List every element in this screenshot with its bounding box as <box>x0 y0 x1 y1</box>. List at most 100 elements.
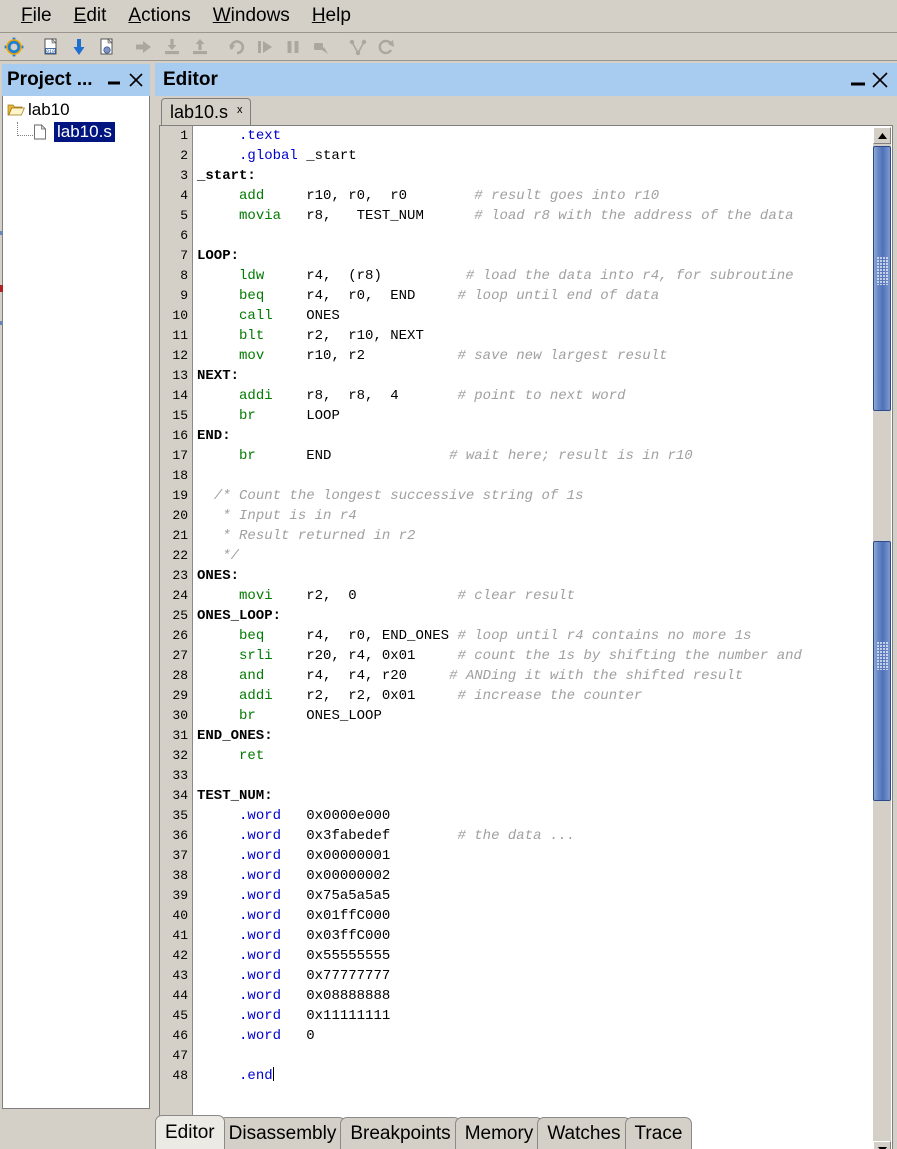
menu-item-windows[interactable]: Windows <box>202 3 301 29</box>
code-line[interactable]: .end <box>194 1066 882 1086</box>
code-line[interactable] <box>194 766 882 786</box>
connect-icon <box>346 36 370 59</box>
editor-minimize-button[interactable] <box>847 69 869 91</box>
code-line[interactable]: _start: <box>194 166 882 186</box>
code-line[interactable]: blt r2, r10, NEXT <box>194 326 882 346</box>
code-line[interactable]: .word 0x08888888 <box>194 986 882 1006</box>
code-line[interactable]: .text <box>194 126 882 146</box>
menu-item-help[interactable]: Help <box>301 3 362 29</box>
code-line[interactable]: LOOP: <box>194 246 882 266</box>
tree-item-lab10[interactable]: lab10 <box>3 99 149 121</box>
project-tree[interactable]: lab10 lab10.s <box>2 96 150 1109</box>
code-line[interactable]: ONES: <box>194 566 882 586</box>
vertical-scroll-thumb-lower[interactable] <box>873 541 891 801</box>
bottom-tab-breakpoints[interactable]: Breakpoints <box>340 1117 461 1149</box>
code-line[interactable]: call ONES <box>194 306 882 326</box>
editor-file-tab[interactable]: lab10.s x <box>161 98 251 126</box>
code-line[interactable]: * Input is in r4 <box>194 506 882 526</box>
tree-item-lab10-s[interactable]: lab10.s <box>3 121 149 143</box>
code-line[interactable]: beq r4, r0, END_ONES # loop until r4 con… <box>194 626 882 646</box>
code-line[interactable] <box>194 466 882 486</box>
code-line[interactable]: NEXT: <box>194 366 882 386</box>
code-token-ins: br <box>239 708 256 724</box>
code-line[interactable]: addi r8, r8, 4 # point to next word <box>194 386 882 406</box>
code-line[interactable]: END_ONES: <box>194 726 882 746</box>
code-line[interactable]: .word 0x01ffC000 <box>194 906 882 926</box>
bottom-tab-trace[interactable]: Trace <box>624 1117 693 1149</box>
code-line[interactable]: .word 0x00000001 <box>194 846 882 866</box>
code-line[interactable]: addi r2, r2, 0x01 # increase the counter <box>194 686 882 706</box>
code-line[interactable]: and r4, r4, r20 # ANDing it with the shi… <box>194 666 882 686</box>
code-line[interactable]: br END # wait here; result is in r10 <box>194 446 882 466</box>
line-number: 39 <box>172 888 188 903</box>
menu-item-actions[interactable]: Actions <box>117 3 201 29</box>
pause-icon <box>281 36 305 59</box>
stop-icon <box>309 36 333 59</box>
application-window: File Edit Actions Windows Help 010 Project .… <box>0 0 897 1149</box>
code-line[interactable]: TEST_NUM: <box>194 786 882 806</box>
disassemble-file-icon[interactable] <box>95 36 119 59</box>
code-line[interactable]: beq r4, r0, END # loop until end of data <box>194 286 882 306</box>
code-editor[interactable]: 1 2 3 4 5 6 7 8 9 10 11 12 13 14 15 16 17 18 19 20 21 22 23 24 2… <box>159 125 893 1149</box>
code-line[interactable]: ONES_LOOP: <box>194 606 882 626</box>
project-minimize-button[interactable] <box>103 69 125 91</box>
editor-file-tab-close-icon[interactable]: x <box>237 104 243 116</box>
editor-close-icon[interactable] <box>869 69 891 91</box>
code-line[interactable]: add r10, r0, r0 # result goes into r10 <box>194 186 882 206</box>
code-token-ins: ret <box>239 748 265 764</box>
code-line[interactable]: ldw r4, (r8) # load the data into r4, fo… <box>194 266 882 286</box>
code-line[interactable]: movi r2, 0 # clear result <box>194 586 882 606</box>
bottom-tab-editor[interactable]: Editor <box>155 1115 225 1149</box>
code-line[interactable]: br ONES_LOOP <box>194 706 882 726</box>
download-to-board-icon[interactable] <box>67 36 91 59</box>
code-line[interactable]: .word 0x00000002 <box>194 866 882 886</box>
code-token-txt: 0 <box>281 1028 315 1044</box>
code-line[interactable]: .word 0x77777777 <box>194 966 882 986</box>
bottom-tab-memory[interactable]: Memory <box>454 1117 544 1149</box>
code-line[interactable]: .word 0x3fabedef # the data ... <box>194 826 882 846</box>
bottom-tab-watches[interactable]: Watches <box>537 1117 631 1149</box>
line-number: 38 <box>172 868 188 883</box>
scroll-up-arrow-icon[interactable] <box>873 127 891 144</box>
editor-tab-strip: lab10.s x <box>155 96 897 126</box>
code-line[interactable]: * Result returned in r2 <box>194 526 882 546</box>
code-text-area[interactable]: .text .global _start _start: add r10, r0,… <box>194 126 882 1149</box>
code-line[interactable]: /* Count the longest successive string o… <box>194 486 882 506</box>
menu-mnemonic: H <box>311 5 326 26</box>
code-line[interactable]: .global _start <box>194 146 882 166</box>
code-line[interactable]: movia r8, TEST_NUM # load r8 with the ad… <box>194 206 882 226</box>
code-line[interactable]: ret <box>194 746 882 766</box>
code-line[interactable]: br LOOP <box>194 406 882 426</box>
code-line[interactable]: mov r10, r2 # save new largest result <box>194 346 882 366</box>
vertical-scroll-thumb-upper[interactable] <box>873 146 891 411</box>
line-number: 27 <box>172 648 188 663</box>
code-line[interactable] <box>194 226 882 246</box>
code-line[interactable]: .word 0x75a5a5a5 <box>194 886 882 906</box>
code-token-txt: r8, TEST_NUM <box>281 208 475 224</box>
code-token-com: # save new largest result <box>457 348 668 364</box>
project-close-icon[interactable] <box>125 69 147 91</box>
menu-item-edit[interactable]: Edit <box>63 3 118 29</box>
code-line[interactable]: END: <box>194 426 882 446</box>
compile-binary-file-icon[interactable]: 010 <box>39 36 63 59</box>
code-line[interactable] <box>194 1046 882 1066</box>
editor-title: Editor <box>163 68 218 90</box>
code-line[interactable]: .word 0x11111111 <box>194 1006 882 1026</box>
refresh-icon <box>374 36 398 59</box>
settings-gear-icon[interactable] <box>2 36 26 59</box>
code-line[interactable]: */ <box>194 546 882 566</box>
code-line[interactable]: .word 0x0000e000 <box>194 806 882 826</box>
menu-item-file[interactable]: File <box>10 3 63 29</box>
code-token-dir: .word <box>239 908 282 924</box>
code-line[interactable]: .word 0x03ffC000 <box>194 926 882 946</box>
bottom-tab-disassembly[interactable]: Disassembly <box>218 1117 347 1149</box>
editor-vertical-scrollbar[interactable] <box>873 127 891 1149</box>
code-token-txt: ONES_LOOP <box>255 708 382 724</box>
code-line[interactable]: srli r20, r4, 0x01 # count the 1s by shi… <box>194 646 882 666</box>
code-line[interactable]: .word 0 <box>194 1026 882 1046</box>
code-line[interactable]: .word 0x55555555 <box>194 946 882 966</box>
